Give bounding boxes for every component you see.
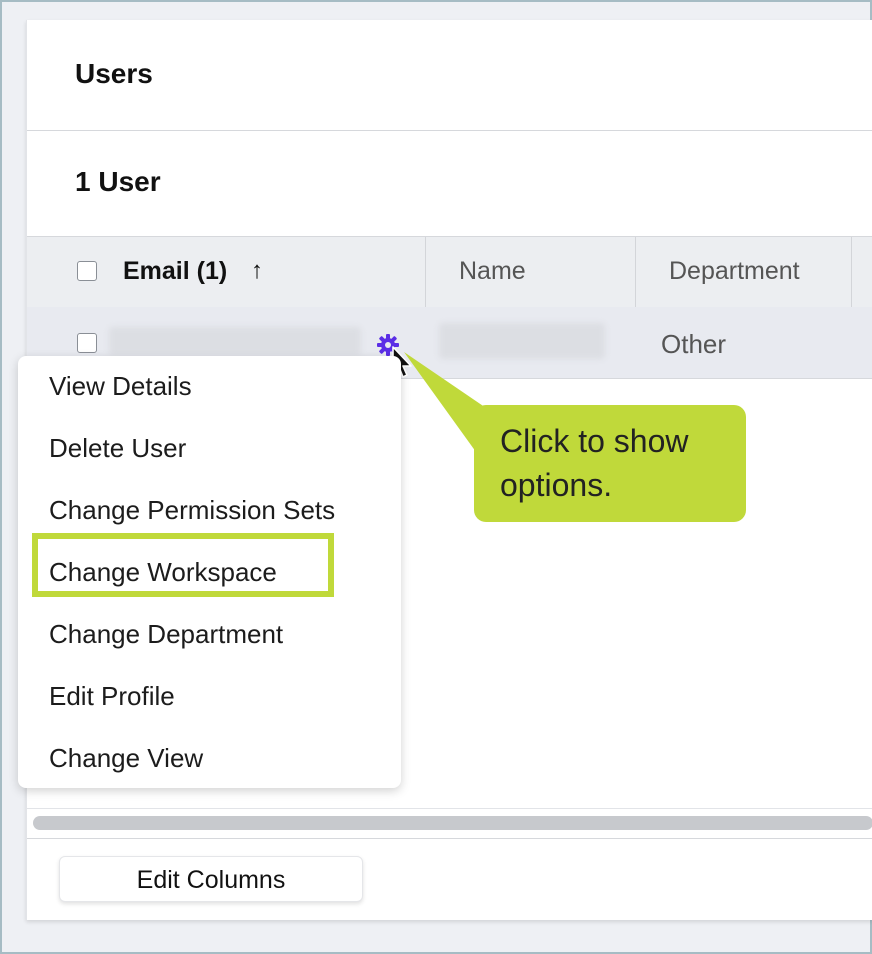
column-header-email[interactable]: Email (1) bbox=[123, 257, 227, 286]
column-divider[interactable] bbox=[635, 237, 636, 307]
menu-item-view-details[interactable]: View Details bbox=[49, 371, 192, 402]
redacted-email bbox=[109, 327, 361, 355]
horizontal-scrollbar[interactable] bbox=[33, 816, 872, 830]
edit-columns-button[interactable]: Edit Columns bbox=[59, 856, 363, 902]
section-divider bbox=[27, 130, 872, 131]
sort-ascending-icon[interactable]: ↑ bbox=[251, 257, 263, 285]
table-bottom-divider bbox=[27, 808, 872, 809]
select-all-checkbox[interactable] bbox=[77, 261, 97, 281]
column-header-name[interactable]: Name bbox=[459, 257, 526, 286]
column-divider[interactable] bbox=[851, 237, 852, 307]
row-select-checkbox[interactable] bbox=[77, 333, 97, 353]
callout-annotation: Click to show options. bbox=[474, 405, 746, 522]
highlight-box bbox=[32, 533, 334, 597]
cell-department: Other bbox=[661, 329, 727, 359]
menu-item-change-permission-sets[interactable]: Change Permission Sets bbox=[49, 495, 335, 526]
footer-divider bbox=[27, 838, 872, 839]
table-header-row: Email (1) ↑ Name Department bbox=[27, 236, 872, 308]
menu-item-delete-user[interactable]: Delete User bbox=[49, 433, 186, 464]
redacted-name bbox=[439, 323, 605, 359]
column-divider[interactable] bbox=[425, 237, 426, 307]
callout-text: Click to show options. bbox=[500, 423, 689, 503]
page-title: Users bbox=[75, 58, 153, 89]
menu-item-edit-profile[interactable]: Edit Profile bbox=[49, 681, 175, 712]
column-header-department[interactable]: Department bbox=[669, 257, 800, 286]
menu-item-change-department[interactable]: Change Department bbox=[49, 619, 283, 650]
row-options-menu: View Details Delete User Change Permissi… bbox=[18, 356, 401, 788]
user-count: 1 User bbox=[75, 166, 161, 197]
menu-item-change-view[interactable]: Change View bbox=[49, 743, 203, 774]
